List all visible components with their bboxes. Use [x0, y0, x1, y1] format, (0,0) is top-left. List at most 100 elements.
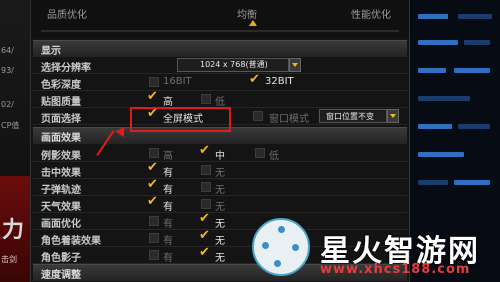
bg-bar	[418, 40, 458, 45]
bg-bar	[464, 40, 490, 45]
shadow-effect-row: 例影效果 高 ✔ 中 低	[33, 144, 407, 162]
color-16bit-checkbox[interactable]	[149, 77, 159, 87]
section-display-title: 显示	[41, 46, 61, 57]
bg-bar	[418, 14, 448, 19]
bg-bar	[458, 14, 492, 19]
bg-bar	[458, 124, 490, 129]
bg-bar	[418, 68, 446, 73]
effect-label: 击中效果	[41, 168, 81, 179]
no-label: 无	[215, 253, 225, 264]
yes-checkmark-icon[interactable]: ✔	[147, 161, 158, 175]
yes-checkmark-icon[interactable]: ✔	[147, 178, 158, 192]
bg-bar	[454, 180, 490, 185]
effect-label: 画面优化	[41, 219, 81, 230]
watermark-url: www.xhcs188.com	[320, 262, 471, 277]
bullet-trail-row: 子弹轨迹 ✔ 有 无	[33, 178, 407, 196]
no-label: 无	[215, 202, 225, 213]
logo-dot	[278, 226, 285, 233]
texture-high-label: 高	[163, 97, 173, 108]
color-32bit-label: 32BIT	[265, 76, 294, 87]
no-checkbox[interactable]	[201, 199, 211, 209]
texture-high-checkmark-icon[interactable]: ✔	[147, 90, 158, 104]
logo-dot	[274, 260, 281, 267]
slider-track	[41, 30, 399, 32]
color-depth-row: 色彩深度 16BIT ✔ 32BIT	[33, 73, 407, 91]
texture-row: 贴图质量 ✔ 高 低	[33, 90, 407, 108]
texture-low-checkbox[interactable]	[201, 94, 211, 104]
effect-label: 例影效果	[41, 151, 81, 162]
resolution-dropdown-button[interactable]	[289, 58, 301, 72]
shadow-high-checkbox[interactable]	[149, 148, 159, 158]
no-checkmark-icon[interactable]: ✔	[199, 229, 210, 243]
windowed-label: 窗口模式	[269, 114, 309, 125]
weather-effect-row: 天气效果 ✔ 有 无	[33, 195, 407, 213]
yes-checkbox[interactable]	[149, 250, 159, 260]
window-position-select[interactable]: 窗口位置不变	[319, 109, 387, 123]
shadow-low-checkbox[interactable]	[255, 148, 265, 158]
color-16bit-label: 16BIT	[163, 76, 192, 87]
slider-mid-label: 均衡	[237, 10, 257, 21]
window-position-dropdown-button[interactable]	[387, 109, 399, 123]
bg-bar	[418, 96, 470, 101]
bg-bar	[418, 180, 448, 185]
left-banner: 力 击剑	[0, 176, 30, 282]
left-banner-char: 力	[2, 218, 25, 243]
shadow-mid-label: 中	[215, 151, 225, 162]
texture-low-label: 低	[215, 97, 225, 108]
effect-label: 天气效果	[41, 202, 81, 213]
color-depth-label: 色彩深度	[41, 80, 81, 91]
no-label: 无	[215, 185, 225, 196]
yes-label: 有	[163, 253, 173, 264]
left-text-3: 02/	[1, 100, 14, 109]
resolution-select[interactable]: 1024 x 768(普通)	[177, 58, 289, 72]
no-checkbox[interactable]	[201, 165, 211, 175]
no-checkbox[interactable]	[201, 182, 211, 192]
yes-label: 有	[163, 185, 173, 196]
no-label: 无	[215, 168, 225, 179]
shadow-mid-checkmark-icon[interactable]: ✔	[199, 144, 210, 158]
effect-label: 角色着装效果	[41, 236, 101, 247]
no-label: 无	[215, 219, 225, 230]
resolution-label: 选择分辨率	[41, 63, 91, 74]
bg-bar	[418, 152, 464, 157]
no-label: 无	[215, 236, 225, 247]
yes-label: 有	[163, 202, 173, 213]
left-text-4: CP值	[1, 121, 20, 130]
yes-label: 有	[163, 168, 173, 179]
logo-dot	[262, 242, 269, 249]
left-text-2: 93/	[1, 66, 14, 75]
yes-checkmark-icon[interactable]: ✔	[147, 195, 158, 209]
windowed-checkbox[interactable]	[253, 111, 263, 121]
effect-label: 子弹轨迹	[41, 185, 81, 196]
resolution-value: 1024 x 768(普通)	[200, 60, 268, 69]
yes-checkbox[interactable]	[149, 233, 159, 243]
left-banner-sub: 击剑	[1, 255, 17, 264]
bg-bar	[418, 124, 452, 129]
yes-checkbox[interactable]	[149, 216, 159, 226]
no-checkmark-icon[interactable]: ✔	[199, 212, 210, 226]
left-text-1: 64/	[1, 46, 14, 55]
no-checkmark-icon[interactable]: ✔	[199, 246, 210, 260]
section-effects-title: 画面效果	[41, 133, 81, 144]
watermark: 星火智游网 www.xhcs188.com	[248, 214, 500, 282]
yes-label: 有	[163, 236, 173, 247]
texture-label: 贴图质量	[41, 97, 81, 108]
slider-handle[interactable]	[249, 20, 257, 26]
screen-mode-label: 页面选择	[41, 114, 81, 125]
slider-right-label: 性能优化	[351, 10, 391, 21]
shadow-high-label: 高	[163, 151, 173, 162]
fullscreen-highlight-box	[130, 107, 231, 132]
section-display: 显示	[33, 40, 407, 57]
hit-effect-row: 击中效果 ✔ 有 无	[33, 161, 407, 179]
shadow-low-label: 低	[269, 151, 279, 162]
left-background-strip: 64/ 93/ 02/ CP值 力 击剑	[0, 0, 30, 282]
yes-label: 有	[163, 219, 173, 230]
bg-bar	[454, 68, 490, 73]
color-32bit-checkmark-icon[interactable]: ✔	[249, 73, 260, 87]
section-speed-title: 速度调整	[41, 270, 81, 281]
quality-slider[interactable]: 品质优化 均衡 性能优化	[31, 0, 409, 38]
slider-left-label: 品质优化	[47, 10, 87, 21]
logo-dot	[292, 244, 299, 251]
resolution-row: 选择分辨率 1024 x 768(普通)	[33, 57, 407, 74]
window-position-value: 窗口位置不变	[326, 112, 374, 121]
